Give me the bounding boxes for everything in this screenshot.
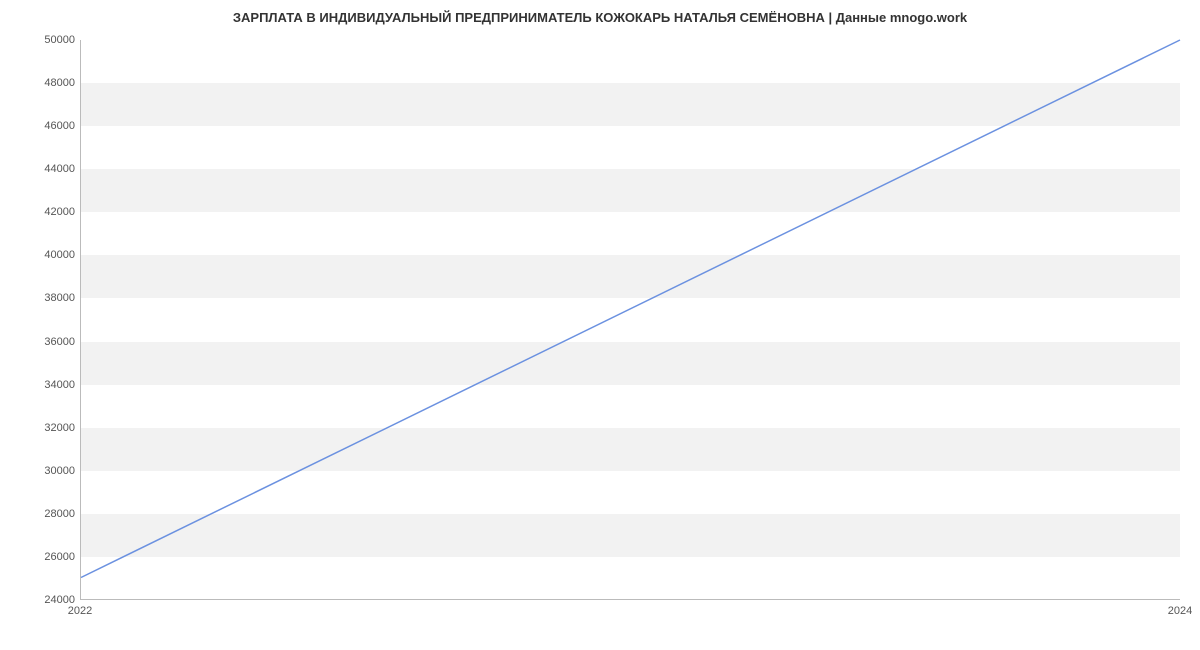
y-tick-label: 38000 xyxy=(5,292,75,304)
chart-title: ЗАРПЛАТА В ИНДИВИДУАЛЬНЫЙ ПРЕДПРИНИМАТЕЛ… xyxy=(0,10,1200,25)
y-tick-label: 28000 xyxy=(5,508,75,520)
y-tick-label: 48000 xyxy=(5,77,75,89)
y-tick-label: 42000 xyxy=(5,206,75,218)
y-tick-label: 44000 xyxy=(5,163,75,175)
x-tick-label: 2024 xyxy=(1168,605,1192,617)
y-tick-label: 32000 xyxy=(5,422,75,434)
y-tick-label: 26000 xyxy=(5,551,75,563)
y-tick-label: 36000 xyxy=(5,336,75,348)
plot-area xyxy=(80,40,1180,600)
y-tick-label: 40000 xyxy=(5,249,75,261)
y-tick-label: 50000 xyxy=(5,34,75,46)
line-layer xyxy=(81,40,1180,599)
line-chart: ЗАРПЛАТА В ИНДИВИДУАЛЬНЫЙ ПРЕДПРИНИМАТЕЛ… xyxy=(0,0,1200,650)
y-tick-label: 34000 xyxy=(5,379,75,391)
y-tick-label: 30000 xyxy=(5,465,75,477)
series-line xyxy=(81,40,1180,578)
y-tick-label: 46000 xyxy=(5,120,75,132)
x-tick-label: 2022 xyxy=(68,605,92,617)
y-tick-label: 24000 xyxy=(5,594,75,606)
